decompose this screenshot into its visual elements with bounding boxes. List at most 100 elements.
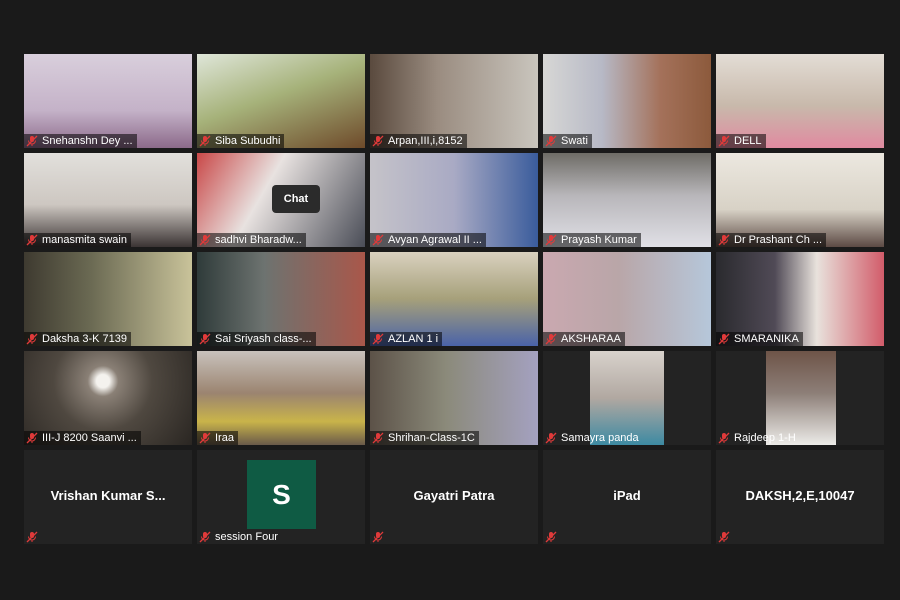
participant-name: Snehanshn Dey ... <box>42 135 133 147</box>
participant-name: Rajdeep 1-H <box>734 432 796 444</box>
microphone-muted-icon <box>26 531 38 543</box>
participant-name-bar: DELL <box>716 134 766 148</box>
participant-name: Shrihan-Class-1C <box>388 432 475 444</box>
participant-tile[interactable]: Siba Subudhi <box>197 54 365 148</box>
participant-tile[interactable]: Vrishan Kumar S... <box>24 450 192 544</box>
microphone-muted-icon <box>372 135 384 147</box>
participant-tile[interactable]: Prayash Kumar <box>543 153 711 247</box>
participant-tile[interactable]: Avyan Agrawal II ... <box>370 153 538 247</box>
participant-name: SMARANIKA <box>734 333 799 345</box>
participant-tile[interactable]: Gayatri Patra <box>370 450 538 544</box>
gallery-grid: Snehanshn Dey ... Siba Subudhi Arpan,III… <box>24 54 884 544</box>
participant-name-bar: AZLAN 1 i <box>370 332 443 346</box>
participant-name: Sai Sriyash class-... <box>215 333 312 345</box>
participant-name: Avyan Agrawal II ... <box>388 234 482 246</box>
participant-tile[interactable]: Daksha 3-K 7139 <box>24 252 192 346</box>
participant-name: Arpan,III,i,8152 <box>388 135 463 147</box>
participant-tile[interactable]: Chat sadhvi Bharadw... <box>197 153 365 247</box>
microphone-muted-icon <box>545 135 557 147</box>
participant-tile[interactable]: Swati <box>543 54 711 148</box>
microphone-muted-icon <box>199 432 211 444</box>
microphone-muted-icon <box>199 333 211 345</box>
participant-name-bar: Dr Prashant Ch ... <box>716 233 827 247</box>
participant-name-bar <box>24 530 46 544</box>
participant-name: Siba Subudhi <box>215 135 281 147</box>
participant-name: DELL <box>734 135 762 147</box>
microphone-muted-icon <box>545 333 557 345</box>
participant-tile[interactable]: manasmita swain <box>24 153 192 247</box>
participant-display-name: iPad <box>613 488 641 503</box>
microphone-muted-icon <box>545 234 557 246</box>
microphone-muted-icon <box>718 432 730 444</box>
microphone-muted-icon <box>199 135 211 147</box>
participant-name-bar: Avyan Agrawal II ... <box>370 233 486 247</box>
participant-tile[interactable]: Snehanshn Dey ... <box>24 54 192 148</box>
participant-tile[interactable]: DELL <box>716 54 884 148</box>
participant-name-bar: Siba Subudhi <box>197 134 285 148</box>
avatar: S <box>247 460 316 529</box>
microphone-muted-icon <box>26 432 38 444</box>
participant-tile[interactable]: S session Four <box>197 450 365 544</box>
participant-name-bar: Swati <box>543 134 592 148</box>
participant-name-bar: sadhvi Bharadw... <box>197 233 306 247</box>
participant-name-bar: Iraa <box>197 431 238 445</box>
participant-tile[interactable]: Rajdeep 1-H <box>716 351 884 445</box>
microphone-muted-icon <box>718 333 730 345</box>
participant-name-bar: Sai Sriyash class-... <box>197 332 316 346</box>
participant-tile[interactable]: DAKSH,2,E,10047 <box>716 450 884 544</box>
microphone-muted-icon <box>718 135 730 147</box>
microphone-muted-icon <box>26 135 38 147</box>
microphone-muted-icon <box>372 333 384 345</box>
microphone-muted-icon <box>545 432 557 444</box>
participant-name: AKSHARAA <box>561 333 621 345</box>
microphone-muted-icon <box>26 333 38 345</box>
participant-name-bar: manasmita swain <box>24 233 131 247</box>
participant-name-bar: Shrihan-Class-1C <box>370 431 479 445</box>
participant-name: Swati <box>561 135 588 147</box>
participant-name: Iraa <box>215 432 234 444</box>
microphone-muted-icon <box>372 531 384 543</box>
participant-tile[interactable]: Dr Prashant Ch ... <box>716 153 884 247</box>
participant-name: III-J 8200 Saanvi ... <box>42 432 137 444</box>
participant-name-bar <box>370 530 392 544</box>
participant-name: sadhvi Bharadw... <box>215 234 302 246</box>
participant-name: Daksha 3-K 7139 <box>42 333 127 345</box>
participant-name-bar: Arpan,III,i,8152 <box>370 134 467 148</box>
participant-tile[interactable]: iPad <box>543 450 711 544</box>
participant-display-name: Vrishan Kumar S... <box>50 488 166 503</box>
participant-tile[interactable]: AZLAN 1 i <box>370 252 538 346</box>
participant-display-name: Gayatri Patra <box>413 488 495 503</box>
participant-tile[interactable]: Shrihan-Class-1C <box>370 351 538 445</box>
microphone-muted-icon <box>718 531 730 543</box>
participant-name: Samayra panda <box>561 432 639 444</box>
participant-tile[interactable]: Sai Sriyash class-... <box>197 252 365 346</box>
microphone-muted-icon <box>26 234 38 246</box>
participant-name: session Four <box>215 531 278 543</box>
participant-name-bar: SMARANIKA <box>716 332 803 346</box>
participant-name-bar: Prayash Kumar <box>543 233 641 247</box>
microphone-muted-icon <box>545 531 557 543</box>
participant-name-bar: Rajdeep 1-H <box>716 431 800 445</box>
microphone-muted-icon <box>199 531 211 543</box>
participant-tile[interactable]: SMARANIKA <box>716 252 884 346</box>
microphone-muted-icon <box>718 234 730 246</box>
participant-name-bar: Samayra panda <box>543 431 643 445</box>
participant-name-bar <box>716 530 738 544</box>
participant-name: Dr Prashant Ch ... <box>734 234 823 246</box>
participant-tile[interactable]: Samayra panda <box>543 351 711 445</box>
microphone-muted-icon <box>372 432 384 444</box>
participant-name: AZLAN 1 i <box>388 333 439 345</box>
participant-name: Prayash Kumar <box>561 234 637 246</box>
participant-name: manasmita swain <box>42 234 127 246</box>
participant-tile[interactable]: Arpan,III,i,8152 <box>370 54 538 148</box>
microphone-muted-icon <box>372 234 384 246</box>
participant-tile[interactable]: Iraa <box>197 351 365 445</box>
participant-tile[interactable]: III-J 8200 Saanvi ... <box>24 351 192 445</box>
participant-name-bar: Snehanshn Dey ... <box>24 134 137 148</box>
participant-name-bar: AKSHARAA <box>543 332 625 346</box>
participant-name-bar: Daksha 3-K 7139 <box>24 332 131 346</box>
participant-display-name: DAKSH,2,E,10047 <box>745 488 855 503</box>
participant-name-bar: session Four <box>197 530 282 544</box>
participant-name-bar <box>543 530 565 544</box>
participant-tile[interactable]: AKSHARAA <box>543 252 711 346</box>
